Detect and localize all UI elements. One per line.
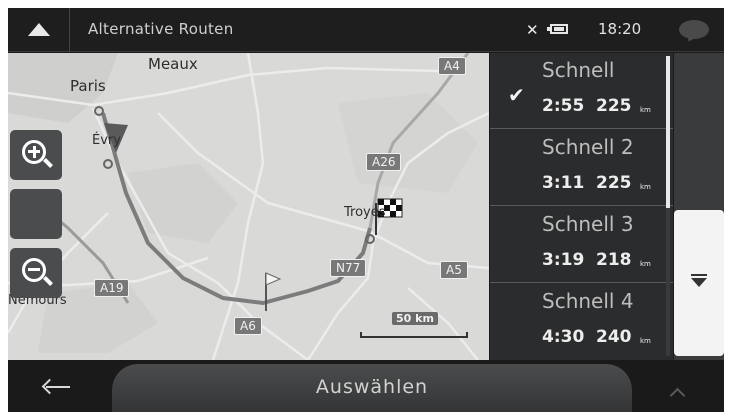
- route-duration: 3:11: [542, 173, 585, 193]
- up-triangle-icon: [28, 23, 50, 36]
- route-item[interactable]: ✔ Schnell 2:55 225 km: [490, 53, 673, 129]
- route-duration: 4:30: [542, 327, 585, 347]
- back-button[interactable]: [40, 376, 74, 398]
- zoom-out-button[interactable]: [10, 248, 62, 298]
- chevron-up-icon: [669, 387, 686, 404]
- select-route-label: Auswählen: [315, 376, 429, 398]
- list-scrollbar-thumb[interactable]: [666, 56, 670, 208]
- route-name: Schnell 3: [542, 212, 634, 236]
- route-item[interactable]: Schnell 3 3:19 218 km: [490, 207, 673, 283]
- city-label-evry: Évry: [92, 133, 121, 148]
- city-label-paris: Paris: [70, 77, 106, 95]
- route-item[interactable]: Schnell 4 4:30 240 km: [490, 284, 673, 360]
- zoom-in-button[interactable]: [10, 130, 62, 180]
- route-distance-unit: km: [640, 106, 651, 114]
- city-label-meaux: Meaux: [148, 55, 198, 73]
- map-view-button[interactable]: [10, 189, 62, 239]
- road-label-a26: A26: [366, 153, 402, 171]
- map-scale-bar: [360, 332, 468, 338]
- scroll-down-icon: [691, 278, 707, 287]
- route-name: Schnell 2: [542, 135, 634, 159]
- route-distance: 225: [596, 96, 632, 116]
- route-name: Schnell 4: [542, 289, 634, 313]
- bottom-bar: Auswählen: [8, 360, 724, 412]
- clock: 18:20: [598, 20, 642, 38]
- route-distance-unit: km: [640, 260, 651, 268]
- route-distance: 218: [596, 250, 632, 270]
- up-button[interactable]: [8, 8, 70, 52]
- route-item[interactable]: Schnell 2 3:11 225 km: [490, 130, 673, 206]
- road-label-a6: A6: [234, 317, 262, 335]
- road-label-a5: A5: [440, 261, 468, 279]
- scroll-down-button[interactable]: [674, 210, 724, 356]
- route-list: ✔ Schnell 2:55 225 km Schnell 2 3:11 225…: [490, 53, 673, 360]
- route-map[interactable]: Paris Meaux Évry Troyes Nemours A4 A26 N…: [8, 53, 489, 360]
- message-bubble-icon[interactable]: [679, 20, 709, 39]
- map-scale-label: 50 km: [392, 312, 438, 325]
- city-label-troyes: Troyes: [344, 205, 386, 220]
- check-icon: ✔: [508, 83, 525, 107]
- route-duration: 2:55: [542, 96, 585, 116]
- route-distance-unit: km: [640, 183, 651, 191]
- expand-button[interactable]: [668, 386, 690, 404]
- route-distance: 225: [596, 173, 632, 193]
- road-label-n77: N77: [330, 259, 367, 277]
- route-name: Schnell: [542, 58, 615, 82]
- gps-off-icon: ✕: [526, 21, 539, 39]
- top-bar: Alternative Routen ✕ 18:20: [8, 8, 724, 52]
- select-route-button[interactable]: Auswählen: [112, 364, 632, 412]
- battery-icon: [547, 24, 568, 34]
- road-label-a4: A4: [438, 57, 466, 75]
- road-label-a19: A19: [94, 279, 130, 297]
- route-distance: 240: [596, 327, 632, 347]
- navigation-screen: Alternative Routen ✕ 18:20 Paris Meaux É…: [8, 8, 724, 412]
- route-distance-unit: km: [640, 337, 651, 345]
- page-title: Alternative Routen: [88, 20, 234, 38]
- route-duration: 3:19: [542, 250, 585, 270]
